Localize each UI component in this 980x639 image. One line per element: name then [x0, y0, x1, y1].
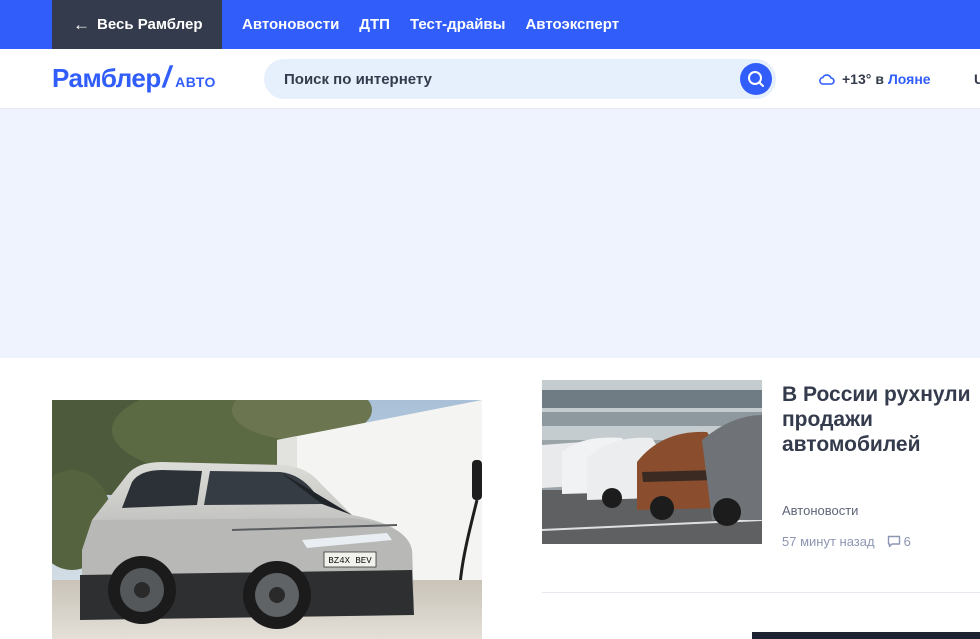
- side-article-image[interactable]: [542, 380, 762, 544]
- section-nav: Автоновости ДТП Тест-драйвы Автоэксперт: [242, 0, 639, 49]
- article-divider: [542, 592, 980, 593]
- search-input[interactable]: [284, 59, 724, 99]
- nav-link-dtp[interactable]: ДТП: [359, 16, 390, 33]
- search-bar: [264, 59, 776, 99]
- top-navigation-bar: ← Весь Рамблер Автоновости ДТП Тест-драй…: [0, 0, 980, 49]
- side-article-time: 57 минут назад: [782, 534, 875, 549]
- logo-text: Рамблер: [52, 63, 161, 93]
- ad-banner-placeholder: [0, 109, 980, 358]
- comment-icon: [887, 535, 900, 548]
- arrow-left-icon: ←: [73, 15, 90, 34]
- side-article-category[interactable]: Автоновости: [782, 503, 858, 518]
- nav-link-autonews[interactable]: Автоновости: [242, 16, 339, 33]
- back-to-rambler-label: Весь Рамблер: [97, 16, 203, 33]
- next-article-thumbnail[interactable]: [752, 632, 980, 639]
- side-article-title[interactable]: В России рухнули продажи автомобилей: [782, 382, 972, 457]
- weather-temperature: +13°: [842, 71, 872, 87]
- cloud-icon: [819, 74, 835, 85]
- main-article-image[interactable]: BZ4X BEV: [52, 400, 482, 639]
- comments-count: 6: [903, 534, 911, 549]
- site-header: Рамблер / АВТО +13° в Лояне U: [0, 49, 980, 109]
- logo-slash: /: [159, 61, 175, 94]
- car-photo: BZ4X BEV: [52, 400, 482, 639]
- weather-city: Лояне: [887, 71, 931, 87]
- logo-section: АВТО: [175, 74, 216, 90]
- site-logo[interactable]: Рамблер / АВТО: [52, 61, 216, 95]
- nav-link-autoexpert[interactable]: Автоэксперт: [525, 16, 619, 33]
- cars-lot-photo: [542, 380, 762, 544]
- weather-preposition: в: [875, 71, 884, 87]
- side-article-meta: 57 минут назад 6: [782, 534, 911, 549]
- header-cut-off-text: U: [974, 71, 980, 87]
- svg-text:BZ4X BEV: BZ4X BEV: [328, 556, 372, 566]
- nav-link-test-drives[interactable]: Тест-драйвы: [410, 16, 506, 33]
- weather-widget[interactable]: +13° в Лояне: [818, 71, 931, 87]
- search-icon: [748, 71, 764, 87]
- comments-link[interactable]: 6: [887, 534, 911, 549]
- search-button[interactable]: [740, 63, 772, 95]
- back-to-rambler-button[interactable]: ← Весь Рамблер: [52, 0, 222, 49]
